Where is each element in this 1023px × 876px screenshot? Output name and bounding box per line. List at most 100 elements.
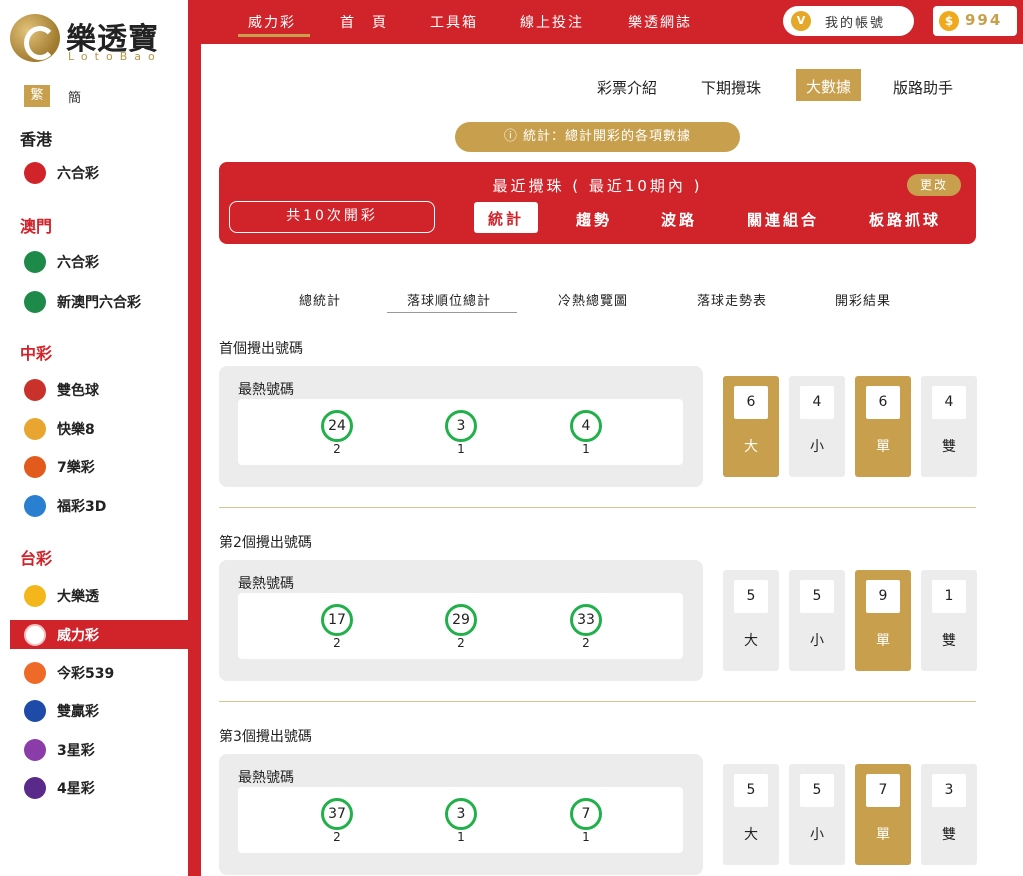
sidebar-item-4star[interactable]: 4星彩 <box>24 776 95 800</box>
ball: 7 <box>570 798 602 830</box>
my-account-label: 我的帳號 <box>825 16 886 31</box>
nav-online-bet[interactable]: 線上投注 <box>520 12 584 32</box>
tab-position-stats[interactable]: 落球順位總計 <box>407 290 491 309</box>
region-china: 中彩 <box>20 344 53 363</box>
section-title: 第3個攪出號碼 <box>219 729 312 745</box>
sidebar-item-double-win[interactable]: 雙贏彩 <box>24 699 99 723</box>
section-title: 第2個攪出號碼 <box>219 535 312 551</box>
tab-relation[interactable]: 關連組合 <box>747 209 819 230</box>
tab-next-draw[interactable]: 下期攪珠 <box>701 77 761 98</box>
sidebar-item-label: 新澳門六合彩 <box>57 295 141 311</box>
ball: 37 <box>321 798 353 830</box>
sidebar-item-3d[interactable]: 福彩3D <box>24 494 106 518</box>
tab-board-pick[interactable]: 板路抓球 <box>869 209 941 230</box>
tab-draw-results[interactable]: 開彩結果 <box>835 290 891 309</box>
nav-home[interactable]: 首 頁 <box>340 12 388 32</box>
sidebar-item-label: 威力彩 <box>57 627 99 644</box>
ball-count: 1 <box>582 442 590 456</box>
coin-balance[interactable]: $ 994 <box>933 6 1017 36</box>
tab-lottery-intro[interactable]: 彩票介紹 <box>597 77 657 98</box>
sidebar-item-big-lotto[interactable]: 大樂透 <box>24 584 99 608</box>
ball: 4 <box>570 410 602 442</box>
stat-value: 4 <box>932 386 966 419</box>
top-nav: 威力彩 首 頁 工具箱 線上投注 樂透網誌 V 我的帳號 $ 994 <box>201 0 1023 44</box>
my-account-button[interactable]: V 我的帳號 <box>783 6 914 36</box>
sidebar-item-label: 4星彩 <box>57 781 95 797</box>
stat-big: 6 大 <box>723 376 779 477</box>
sidebar-item-power-lotto[interactable]: 威力彩 <box>10 620 188 649</box>
stat-small: 5 小 <box>789 764 845 865</box>
sidebar-item-label: 福彩3D <box>57 499 107 515</box>
stat-even: 1 雙 <box>921 570 977 671</box>
tab-hot-cold[interactable]: 冷熱總覽圖 <box>558 290 628 309</box>
panel-title: 最近攪珠 ( 最近10期內 ) <box>492 177 703 195</box>
section-divider <box>219 507 976 508</box>
nav-power-lotto[interactable]: 威力彩 <box>248 12 296 32</box>
hot-numbers-box: 最熱號碼 24 2 3 1 4 1 <box>219 366 703 487</box>
ball-count: 2 <box>457 636 465 650</box>
hot-number-item: 3 1 <box>441 798 481 844</box>
stat-value: 4 <box>800 386 834 419</box>
tab-trend-table[interactable]: 落球走勢表 <box>697 290 767 309</box>
stat-small: 5 小 <box>789 570 845 671</box>
stat-even: 3 雙 <box>921 764 977 865</box>
lang-traditional[interactable]: 繁 <box>24 85 50 107</box>
ball: 33 <box>570 604 602 636</box>
sidebar-item-7lotto[interactable]: 7樂彩 <box>24 455 95 479</box>
ball: 29 <box>445 604 477 636</box>
sidebar-item-hk-marksix[interactable]: 六合彩 <box>24 161 99 185</box>
hot-numbers-list: 17 2 29 2 33 2 <box>238 593 683 659</box>
change-button[interactable]: 更改 <box>907 174 961 196</box>
language-switch: 繁 簡 <box>24 85 81 107</box>
hot-number-item: 33 2 <box>566 604 606 650</box>
stat-even: 4 雙 <box>921 376 977 477</box>
coin-value: 994 <box>965 11 1003 29</box>
section-divider <box>219 701 976 702</box>
hot-number-item: 3 1 <box>441 410 481 456</box>
ball-count: 1 <box>457 830 465 844</box>
ball-count: 1 <box>582 830 590 844</box>
sidebar-item-label: 7樂彩 <box>57 460 95 476</box>
stat-label: 小 <box>810 439 824 455</box>
stat-odd: 9 單 <box>855 570 911 671</box>
hot-number-item: 7 1 <box>566 798 606 844</box>
sidebar-item-new-macau-marksix[interactable]: 新澳門六合彩 <box>24 290 141 314</box>
stat-label: 單 <box>876 439 890 455</box>
sidebar-item-double-color[interactable]: 雙色球 <box>24 378 99 402</box>
sidebar-item-label: 3星彩 <box>57 743 95 759</box>
ball: 24 <box>321 410 353 442</box>
sidebar-item-macau-marksix[interactable]: 六合彩 <box>24 250 99 274</box>
nav-toolbox[interactable]: 工具箱 <box>430 12 478 32</box>
happy8-icon <box>24 418 46 440</box>
hot-number-item: 29 2 <box>441 604 481 650</box>
stat-label: 大 <box>744 633 758 649</box>
stat-value: 5 <box>800 580 834 613</box>
logo[interactable]: 樂透寶 LotoBao <box>10 10 188 66</box>
stat-label: 小 <box>810 827 824 843</box>
stat-value: 6 <box>866 386 900 419</box>
tab-overall-stats[interactable]: 總統計 <box>299 290 341 309</box>
tab-wave[interactable]: 波路 <box>661 209 697 230</box>
macau-emblem-icon <box>24 251 46 273</box>
nav-blog[interactable]: 樂透網誌 <box>628 12 692 32</box>
sidebar-item-3star[interactable]: 3星彩 <box>24 738 95 762</box>
tab-pattern-helper[interactable]: 版路助手 <box>893 77 953 98</box>
stat-big: 5 大 <box>723 764 779 865</box>
stat-value: 5 <box>734 774 768 807</box>
info-pill: ⓘ 統計：總計開彩的各項數據 <box>455 122 740 152</box>
power-lotto-icon <box>24 623 46 646</box>
ball: 17 <box>321 604 353 636</box>
stat-label: 雙 <box>942 633 956 649</box>
coin-icon: $ <box>939 11 959 31</box>
stat-odd: 7 單 <box>855 764 911 865</box>
tab-statistics[interactable]: 統計 <box>474 202 539 233</box>
sidebar-edge <box>188 0 201 876</box>
tab-trend[interactable]: 趨勢 <box>576 209 612 230</box>
tab-big-data[interactable]: 大數據 <box>796 69 862 101</box>
stat-value: 5 <box>800 774 834 807</box>
sidebar-item-happy8[interactable]: 快樂8 <box>24 417 95 441</box>
sidebar-item-539[interactable]: 今彩539 <box>24 661 114 685</box>
draw-count: 共10次開彩 <box>229 201 435 233</box>
lang-simplified[interactable]: 簡 <box>68 87 81 106</box>
big-lotto-icon <box>24 585 46 607</box>
